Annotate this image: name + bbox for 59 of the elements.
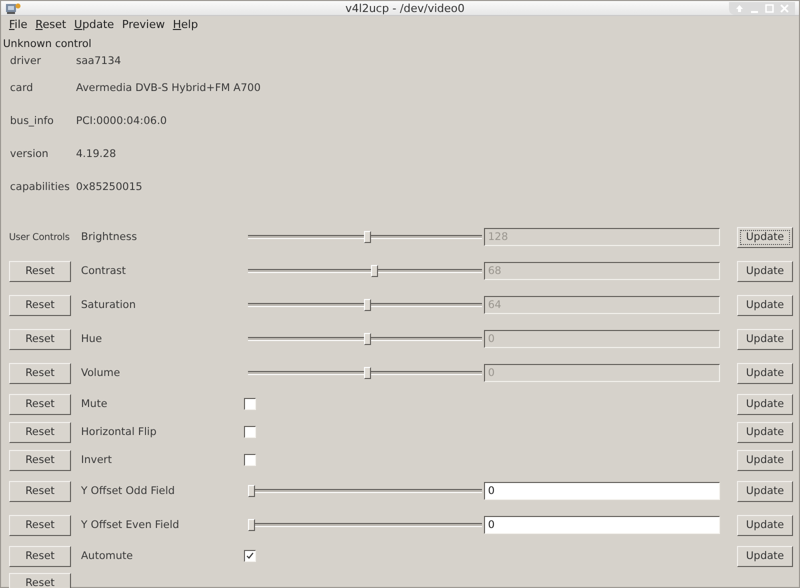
app-icon: [5, 1, 21, 15]
info-value: 0x85250015: [76, 180, 144, 192]
update-button[interactable]: Update: [737, 422, 793, 442]
control-label: Mute: [80, 398, 108, 410]
update-button[interactable]: Update: [737, 394, 793, 414]
slider[interactable]: [248, 519, 482, 531]
control-label: Contrast: [80, 265, 127, 277]
control-label: Automute: [80, 550, 134, 562]
slider[interactable]: [248, 265, 482, 277]
control-label: Hue: [80, 333, 104, 345]
slider[interactable]: [248, 299, 482, 311]
info-key: driver: [10, 54, 76, 66]
update-button[interactable]: Update: [737, 546, 793, 566]
slider[interactable]: [248, 367, 482, 379]
menu-item[interactable]: Preview: [118, 18, 169, 31]
value-field[interactable]: 0: [484, 516, 720, 534]
slider-thumb[interactable]: [248, 485, 255, 497]
slider-thumb[interactable]: [248, 519, 255, 531]
control-label: Saturation: [80, 299, 137, 311]
menu-item[interactable]: Reset: [31, 18, 70, 31]
reset-button[interactable]: Reset: [9, 480, 71, 502]
info-key: version: [10, 148, 76, 160]
menu-item[interactable]: Update: [70, 18, 118, 31]
checkbox[interactable]: [244, 454, 256, 466]
section-label: User Controls: [9, 232, 71, 242]
info-key: bus_info: [10, 114, 76, 126]
info-key: card: [10, 82, 76, 94]
value-field[interactable]: 0: [484, 482, 720, 500]
info-value: PCI:0000:04:06.0: [76, 114, 168, 126]
slider[interactable]: [248, 485, 482, 497]
control-label: Volume: [80, 367, 122, 379]
slider[interactable]: [248, 333, 482, 345]
control-label: Y Offset Even Field: [80, 519, 180, 531]
notice-text: Unknown control: [2, 37, 92, 50]
checkbox[interactable]: [244, 550, 256, 562]
menu-item[interactable]: File: [5, 18, 32, 31]
control-label: Invert: [80, 454, 113, 466]
info-value: Avermedia DVB-S Hybrid+FM A700: [76, 82, 262, 94]
info-key: capabilities: [10, 180, 76, 192]
reset-button[interactable]: Reset: [9, 514, 71, 536]
reset-button[interactable]: Reset: [9, 546, 71, 566]
control-label: Y Offset Odd Field: [80, 485, 176, 497]
control-label: Brightness: [80, 231, 138, 243]
check-icon: [246, 552, 254, 560]
control-label: Horizontal Flip: [80, 426, 158, 438]
update-button[interactable]: Update: [737, 450, 793, 470]
reset-button[interactable]: Reset: [9, 422, 71, 442]
reset-button[interactable]: Reset: [9, 572, 71, 588]
info-value: 4.19.28: [76, 148, 118, 160]
window-title: v4l2ucp - /dev/video0: [344, 2, 466, 14]
slider[interactable]: [248, 231, 482, 243]
checkbox[interactable]: [244, 398, 256, 410]
reset-button[interactable]: Reset: [9, 450, 71, 470]
update-button[interactable]: Update: [737, 514, 793, 536]
menu-item[interactable]: Help: [168, 18, 202, 31]
checkbox[interactable]: [244, 426, 256, 438]
reset-button[interactable]: Reset: [9, 394, 71, 414]
info-value: saa7134: [76, 54, 122, 66]
update-button[interactable]: Update: [737, 480, 793, 502]
